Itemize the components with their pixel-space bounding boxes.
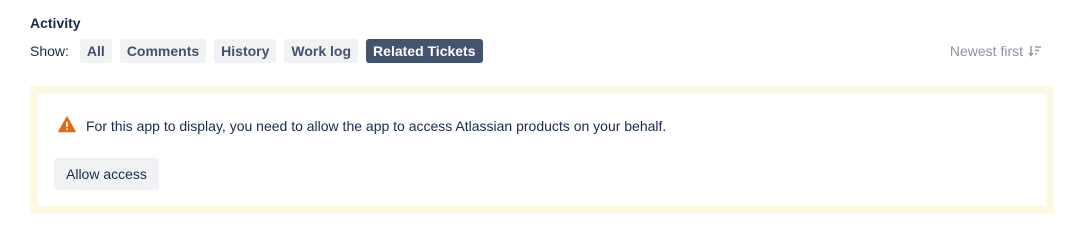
filter-all-button[interactable]: All [79, 39, 112, 63]
sort-order-label: Newest first [949, 43, 1023, 59]
filter-work-log-button[interactable]: Work log [284, 39, 359, 63]
allow-access-button[interactable]: Allow access [54, 158, 159, 190]
banner-message: For this app to display, you need to all… [86, 118, 667, 134]
show-label: Show: [30, 43, 69, 59]
warning-icon [58, 116, 76, 133]
banner-content: For this app to display, you need to all… [38, 94, 1046, 206]
filter-history-button[interactable]: History [214, 39, 277, 63]
sort-order-button[interactable]: Newest first [950, 43, 1042, 59]
filter-comments-button[interactable]: Comments [119, 39, 207, 63]
activity-filter-bar: Show: All Comments History Work log Rela… [30, 39, 1053, 63]
activity-heading: Activity [30, 15, 81, 31]
filter-related-tickets-button[interactable]: Related Tickets [366, 39, 483, 63]
sort-descending-icon [1028, 46, 1041, 57]
access-required-banner: For this app to display, you need to all… [30, 86, 1054, 214]
